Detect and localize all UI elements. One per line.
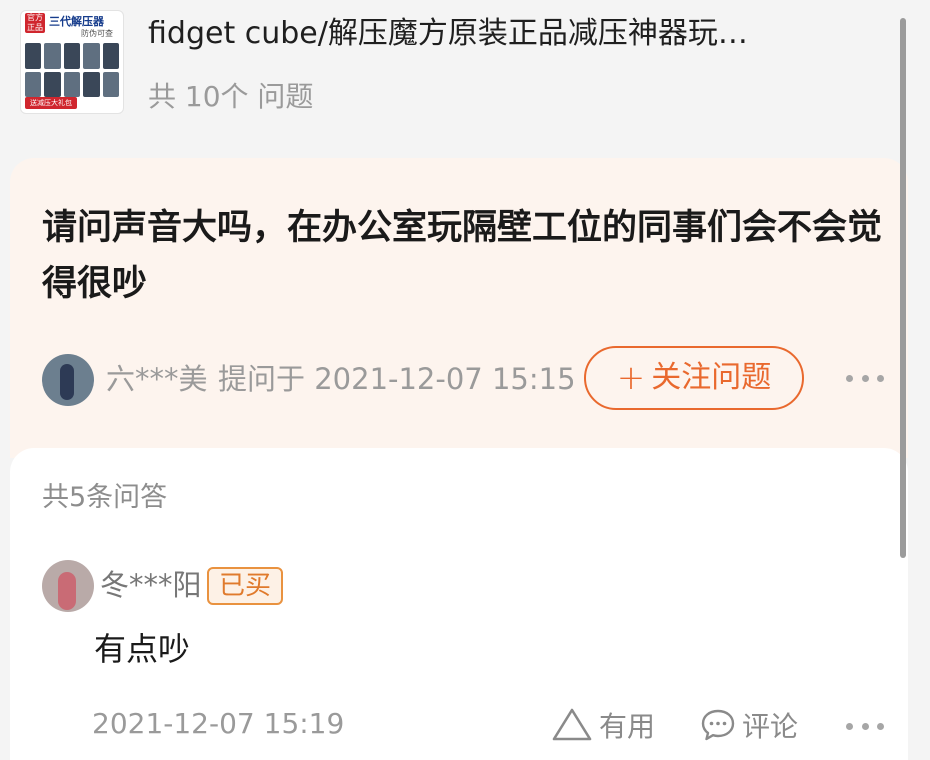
answer-text: 有点吵 [94,630,191,668]
question-text: 请问声音大吗，在办公室玩隔壁工位的同事们会不会觉得很吵 [42,208,883,304]
useful-label: 有用 [599,710,656,743]
gift-ribbon: 送减压大礼包 [25,97,77,109]
answer-more-icon[interactable] [846,720,884,732]
official-badge: 官方正品 [25,13,45,33]
bought-badge: 已买 [207,567,283,605]
scrollbar[interactable] [900,18,906,558]
product-title[interactable]: fidget cube/解压魔方原装正品减压神器玩… [148,14,888,54]
answers-count: 共5条问答 [42,482,168,513]
thumbs-triangle-icon [552,708,592,741]
product-grid-image [25,43,119,97]
plus-icon: + [616,358,646,398]
asked-time: 提问于 2021-12-07 15:15 [218,362,576,396]
thumbnail-title: 三代解压器 [49,15,104,27]
thumbnail-subtitle: 防伪可查 [81,29,113,38]
comment-label: 评论 [742,710,799,743]
follow-question-label: 关注问题 [651,360,772,395]
follow-question-button[interactable]: + 关注问题 [584,346,804,410]
comment-button[interactable]: 评论 [700,704,798,746]
question-count: 共 10个 问题 [148,80,314,113]
comment-icon [701,709,735,741]
answer-time: 2021-12-07 15:19 [92,707,345,740]
asker-name: 六***美 [106,362,208,396]
useful-button[interactable]: 有用 [551,704,655,746]
answerer-avatar[interactable] [42,560,94,612]
product-thumbnail[interactable]: 官方正品 三代解压器 防伪可查 送减压大礼包 [20,10,124,114]
asker-avatar[interactable] [42,354,94,406]
more-icon[interactable] [846,372,884,384]
answerer-name: 冬***阳 [100,568,202,602]
